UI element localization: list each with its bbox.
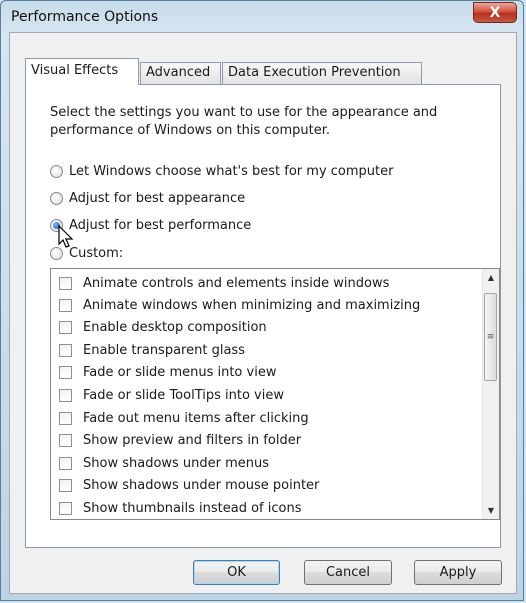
tab-label: Visual Effects [31, 63, 119, 78]
close-button[interactable]: X [473, 2, 517, 23]
title-bar[interactable]: Performance Options X [1, 1, 523, 33]
tab-advanced[interactable]: Advanced [140, 62, 221, 84]
tab-data-execution-prevention[interactable]: Data Execution Prevention [222, 62, 422, 84]
tab-label: Advanced [146, 65, 211, 80]
close-icon: X [489, 4, 501, 21]
window-title: Performance Options [11, 9, 159, 25]
tab-visual-effects[interactable]: Visual Effects [25, 58, 139, 85]
visual-effects-panel [25, 84, 501, 548]
tab-label: Data Execution Prevention [228, 65, 401, 80]
